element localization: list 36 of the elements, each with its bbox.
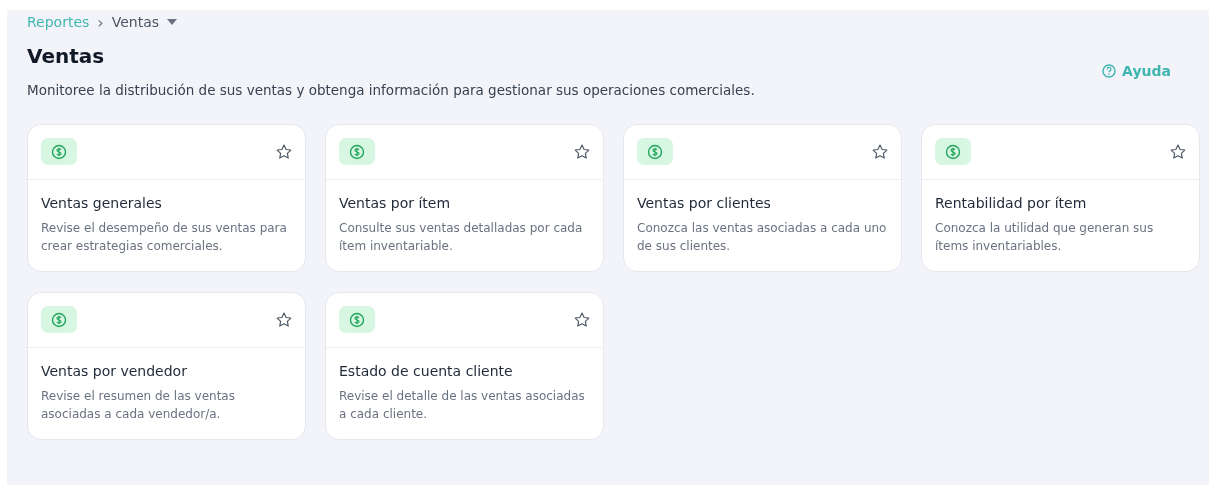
star-button[interactable] — [275, 143, 293, 161]
star-button[interactable] — [573, 143, 591, 161]
dollar-icon — [339, 138, 375, 165]
report-card[interactable]: Ventas por vendedor Revise el resumen de las ventas asociadas a cada vendedor/a. — [27, 292, 306, 440]
report-card[interactable]: Ventas por clientes Conozca las ventas asociadas a cada uno de sus clientes. — [623, 124, 902, 272]
help-icon — [1102, 64, 1117, 78]
card-title: Rentabilidad por ítem — [935, 195, 1088, 211]
card-description: Revise el desempeño de sus ventas para crear estrategias comerciales. — [41, 220, 288, 255]
card-description: Consulte sus ventas detalladas por cada ítem inventariable. — [339, 220, 584, 255]
card-description: Conozca las ventas asociadas a cada uno de sus clientes. — [637, 220, 888, 255]
card-description: Revise el detalle de las ventas asociadas a cada cliente. — [339, 388, 586, 423]
report-card[interactable]: Ventas por ítem Consulte sus ventas detalladas por cada ítem inventariable. — [325, 124, 604, 272]
report-card[interactable]: Ventas generales Revise el desempeño de sus ventas para crear estrategias comerciales. — [27, 124, 306, 272]
card-title: Ventas por vendedor — [41, 363, 188, 379]
dollar-icon — [41, 138, 77, 165]
dollar-icon — [339, 306, 375, 333]
report-card[interactable]: Estado de cuenta cliente Revise el detalle de las ventas asociadas a cada cliente. — [325, 292, 604, 440]
dollar-icon — [637, 138, 673, 165]
card-description: Conozca la utilidad que generan sus ítems inventariables. — [935, 220, 1155, 255]
caret-icon — [167, 19, 178, 25]
card-title: Estado de cuenta cliente — [339, 363, 514, 379]
report-card[interactable]: Rentabilidad por ítem Conozca la utilidad que generan sus ítems inventariables. — [921, 124, 1200, 272]
dollar-icon — [935, 138, 971, 165]
star-button[interactable] — [1169, 143, 1187, 161]
star-button[interactable] — [573, 311, 591, 329]
breadcrumb-separator: › — [97, 12, 104, 32]
page-title: Ventas — [27, 44, 106, 68]
breadcrumb-dropdown[interactable]: Ventas — [111, 14, 178, 30]
card-title: Ventas por clientes — [637, 195, 772, 211]
card-title: Ventas generales — [41, 195, 163, 211]
card-description: Revise el resumen de las ventas asociadas a cada vendedor/a. — [41, 388, 236, 423]
card-title: Ventas por ítem — [339, 195, 452, 211]
page-description: Monitoree la distribución de sus ventas y obtenga información para gestionar sus operaciones comerciales. — [27, 82, 755, 98]
dollar-icon — [41, 306, 77, 333]
star-button[interactable] — [871, 143, 889, 161]
star-button[interactable] — [275, 311, 293, 329]
